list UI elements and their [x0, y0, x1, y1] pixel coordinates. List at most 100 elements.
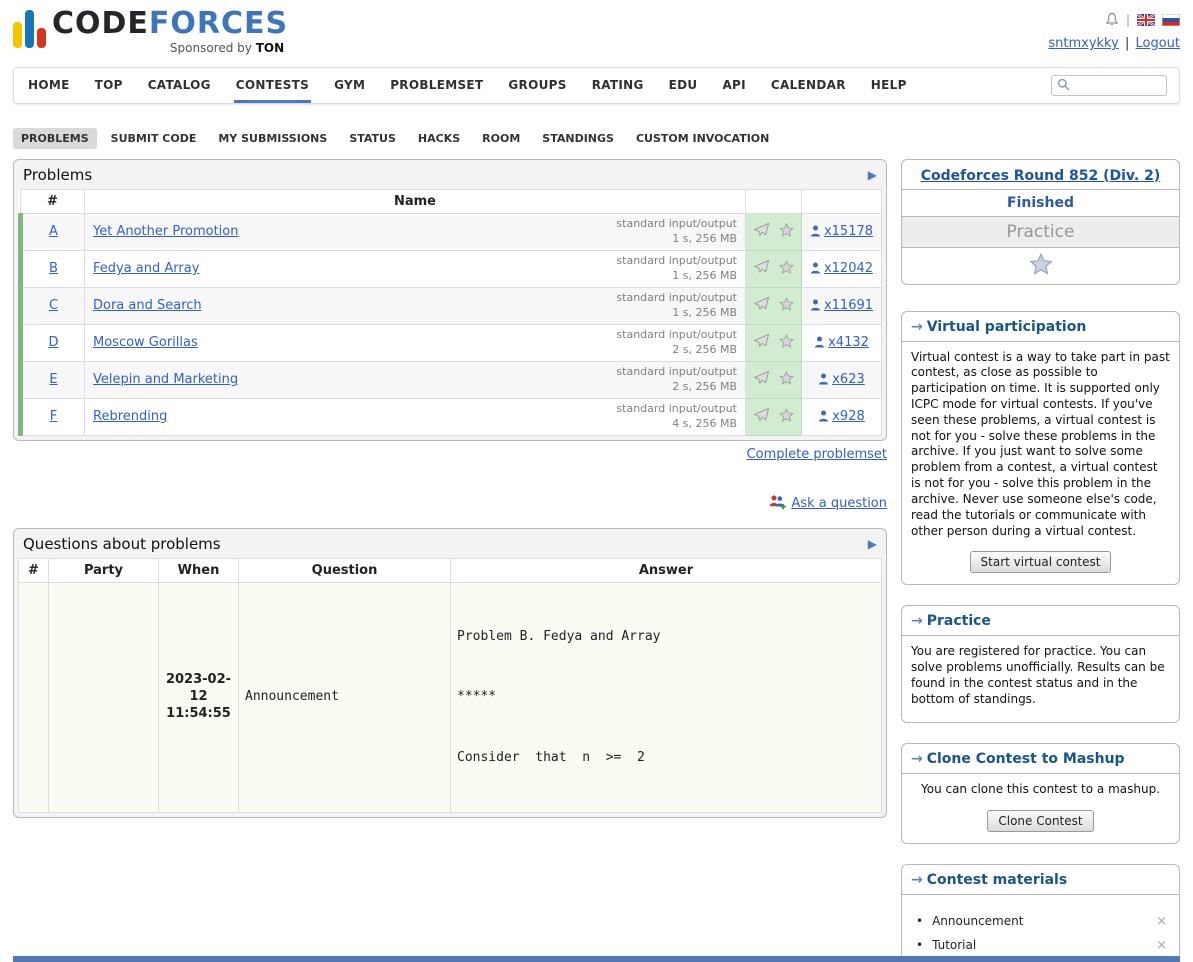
contest-status: Finished [902, 190, 1179, 217]
search-icon [1057, 76, 1070, 95]
favorite-star-icon[interactable] [779, 297, 794, 315]
problem-name-link[interactable]: Rebrending [93, 409, 167, 424]
sponsored-by[interactable]: Sponsored by TON [52, 41, 288, 55]
bell-icon[interactable] [1105, 12, 1119, 27]
favorite-star-icon[interactable] [779, 334, 794, 352]
arrow-icon: → [911, 751, 923, 767]
nav-item-help[interactable]: HELP [869, 68, 909, 103]
subnav-standings[interactable]: STANDINGS [534, 128, 622, 149]
arrow-icon: → [911, 319, 923, 335]
complete-problemset-link[interactable]: Complete problemset [747, 447, 887, 462]
subnav-my-submissions[interactable]: MY SUBMISSIONS [210, 128, 335, 149]
contest-subnav: PROBLEMS SUBMIT CODE MY SUBMISSIONS STAT… [13, 128, 1180, 149]
problems-header-solved [802, 189, 882, 213]
practice-text: You are registered for practice. You can… [902, 636, 1179, 721]
nav-item-problemset[interactable]: PROBLEMSET [388, 68, 485, 103]
ask-question-icon [769, 494, 786, 514]
subnav-custom-invocation[interactable]: CUSTOM INVOCATION [628, 128, 777, 149]
subnav-problems[interactable]: PROBLEMS [13, 128, 97, 149]
nav-item-top[interactable]: TOP [93, 68, 125, 103]
search-box [1051, 75, 1167, 96]
problem-name-link[interactable]: Fedya and Array [93, 261, 199, 276]
submit-plane-icon[interactable] [753, 370, 770, 389]
lang-separator: | [1126, 13, 1130, 27]
nav-item-rating[interactable]: RATING [590, 68, 646, 103]
main-nav: HOME TOP CATALOG CONTESTS GYM PROBLEMSET… [13, 67, 1180, 104]
subnav-room[interactable]: ROOM [474, 128, 528, 149]
virtual-participation-title: →Virtual participation [902, 312, 1179, 342]
solved-count-link[interactable]: x4132 [828, 335, 869, 350]
clone-mashup-title: →Clone Contest to Mashup [902, 744, 1179, 774]
problem-name-link[interactable]: Moscow Gorillas [93, 335, 198, 350]
virtual-participation-text: Virtual contest is a way to take part in… [902, 342, 1179, 550]
problem-index-link[interactable]: F [50, 409, 57, 424]
submit-plane-icon[interactable] [753, 222, 770, 241]
subnav-hacks[interactable]: HACKS [410, 128, 468, 149]
user-separator: | [1125, 36, 1129, 51]
problem-index-link[interactable]: B [49, 261, 58, 276]
logo-code-text: CODE [52, 6, 149, 41]
questions-header-party: Party [49, 558, 159, 582]
material-tutorial-link[interactable]: Tutorial [932, 938, 976, 952]
submit-plane-icon[interactable] [753, 333, 770, 352]
codeforces-bars-icon [13, 8, 46, 48]
questions-header-question: Question [239, 558, 451, 582]
nav-item-groups[interactable]: GROUPS [506, 68, 568, 103]
sponsored-ton: TON [256, 41, 284, 55]
flag-ru-icon[interactable] [1162, 14, 1180, 26]
subnav-status[interactable]: STATUS [341, 128, 404, 149]
contest-favorite-star-icon[interactable] [902, 248, 1179, 284]
practice-title: →Practice [902, 606, 1179, 636]
logout-link[interactable]: Logout [1135, 36, 1180, 51]
subnav-submit-code[interactable]: SUBMIT CODE [103, 128, 205, 149]
solved-count-link[interactable]: x15178 [824, 224, 873, 239]
problem-name-link[interactable]: Dora and Search [93, 298, 202, 313]
contest-info-box: Codeforces Round 852 (Div. 2) Finished P… [901, 159, 1180, 285]
favorite-star-icon[interactable] [779, 223, 794, 241]
questions-caption-arrow-icon[interactable]: ▶ [868, 537, 877, 551]
practice-box: →Practice You are registered for practic… [901, 605, 1180, 722]
nav-item-contests[interactable]: CONTESTS [234, 68, 311, 103]
solved-count-link[interactable]: x623 [832, 372, 865, 387]
question-party-cell [49, 582, 159, 813]
problem-index-link[interactable]: D [48, 335, 58, 350]
problem-index-link[interactable]: A [49, 224, 58, 239]
close-icon[interactable]: × [1156, 938, 1167, 953]
submit-plane-icon[interactable] [753, 296, 770, 315]
search-input[interactable] [1074, 78, 1164, 92]
clone-contest-button[interactable]: Clone Contest [987, 810, 1093, 832]
problem-name-link[interactable]: Velepin and Marketing [93, 372, 238, 387]
contest-title-link[interactable]: Codeforces Round 852 (Div. 2) [921, 168, 1160, 184]
submit-plane-icon[interactable] [753, 407, 770, 426]
start-virtual-contest-button[interactable]: Start virtual contest [970, 551, 1112, 573]
problem-row-e: E Velepin and Marketing standard input/o… [21, 361, 882, 398]
problem-name-link[interactable]: Yet Another Promotion [93, 224, 238, 239]
problems-caption-arrow-icon[interactable]: ▶ [868, 168, 877, 182]
problem-index-link[interactable]: E [49, 372, 57, 387]
solved-count-link[interactable]: x11691 [824, 298, 873, 313]
contest-mode: Practice [902, 217, 1179, 248]
material-announcement-link[interactable]: Announcement [932, 914, 1023, 928]
favorite-star-icon[interactable] [779, 371, 794, 389]
problem-index-link[interactable]: C [49, 298, 58, 313]
nav-item-home[interactable]: HOME [26, 68, 72, 103]
solved-count-link[interactable]: x928 [832, 409, 865, 424]
solved-count-link[interactable]: x12042 [824, 261, 873, 276]
ask-question-link[interactable]: Ask a question [791, 496, 887, 511]
close-icon[interactable]: × [1156, 914, 1167, 929]
favorite-star-icon[interactable] [779, 408, 794, 426]
nav-item-calendar[interactable]: CALENDAR [769, 68, 848, 103]
favorite-star-icon[interactable] [779, 260, 794, 278]
nav-item-api[interactable]: API [720, 68, 747, 103]
nav-item-edu[interactable]: EDU [667, 68, 700, 103]
codeforces-logo[interactable]: CODEFORCES [52, 6, 288, 41]
nav-item-gym[interactable]: GYM [332, 68, 367, 103]
clone-mashup-text: You can clone this contest to a mashup. [902, 774, 1179, 808]
material-item-tutorial: • Tutorial × [916, 938, 1167, 953]
nav-item-catalog[interactable]: CATALOG [146, 68, 213, 103]
submit-plane-icon[interactable] [753, 259, 770, 278]
flag-en-icon[interactable] [1137, 14, 1155, 26]
username-link[interactable]: sntmxykky [1048, 36, 1118, 51]
solved-person-icon [810, 261, 824, 276]
logo-area: CODEFORCES Sponsored by TON [13, 8, 288, 55]
